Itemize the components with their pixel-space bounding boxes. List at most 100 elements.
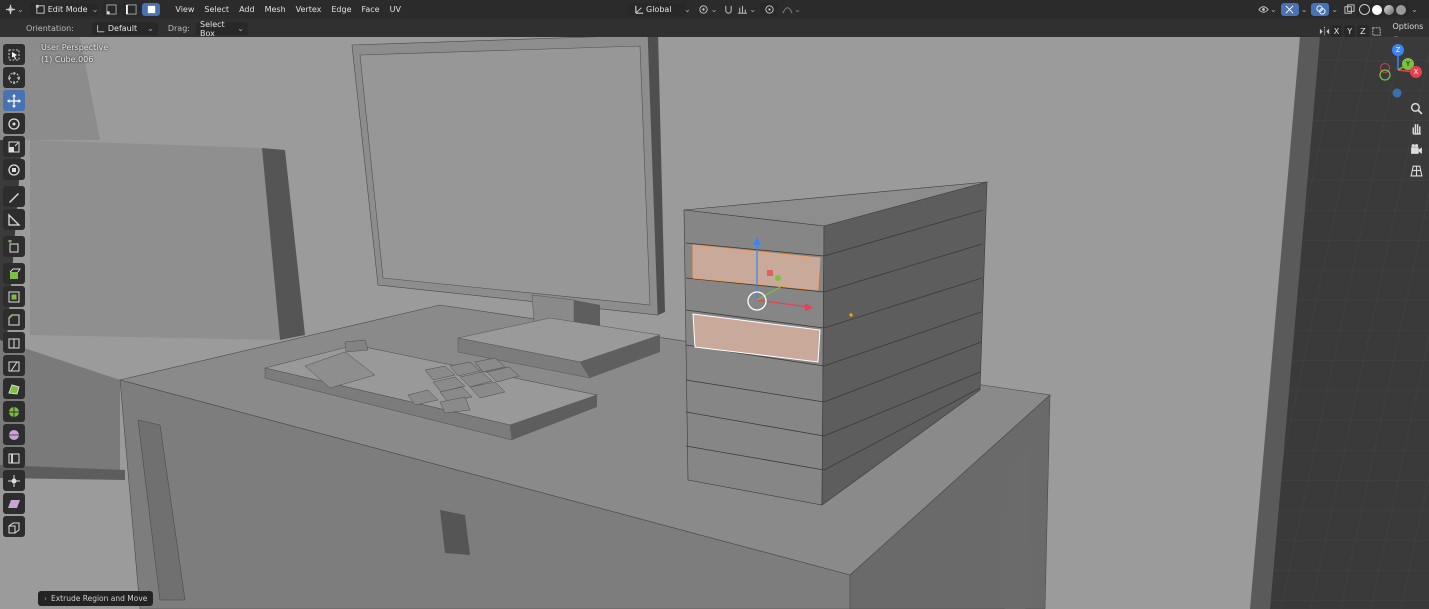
menu-uv[interactable]: UV <box>385 3 406 16</box>
edge-slide-tool[interactable] <box>3 447 25 468</box>
mirror-y-toggle[interactable]: Y <box>1344 24 1356 38</box>
bevel-icon <box>8 313 20 325</box>
hand-icon <box>1412 123 1421 135</box>
spin-icon <box>9 406 19 417</box>
pan-button[interactable] <box>1406 118 1426 138</box>
transform-tool[interactable] <box>3 159 25 180</box>
overlays-chevron-icon[interactable]: ⌄ <box>1331 5 1338 14</box>
mirror-z-toggle[interactable]: Z <box>1357 24 1369 38</box>
measure-tool[interactable] <box>3 209 25 230</box>
mode-chevron-icon[interactable]: ⌄ <box>92 5 99 14</box>
knife-icon <box>8 361 20 371</box>
mirror-icon <box>1318 25 1331 38</box>
overlays-toggle-button[interactable] <box>1311 3 1330 16</box>
face-select-icon <box>144 3 158 16</box>
menu-mesh[interactable]: Mesh <box>260 3 291 16</box>
scale-icon <box>8 141 20 152</box>
cursor-icon <box>8 71 20 84</box>
3d-viewport[interactable]: User Perspective (1) Cube.006 Z Y X <box>0 37 1429 609</box>
move-tool[interactable] <box>3 90 25 111</box>
shrink-fatten-icon <box>8 474 20 487</box>
select-box-tool[interactable] <box>3 44 25 65</box>
shear-tool[interactable] <box>3 493 25 514</box>
snap-chevron-icon[interactable]: ⌄ <box>749 5 756 14</box>
auto-merge-icon[interactable] <box>1371 25 1384 38</box>
gizmo-toggle-button[interactable] <box>1280 3 1299 16</box>
shading-chevron-icon[interactable]: ⌄ <box>1411 5 1418 14</box>
visibility-icon[interactable] <box>1256 3 1270 16</box>
monitor-screen <box>359 45 651 306</box>
mirror-x-toggle[interactable]: X <box>1330 24 1343 38</box>
snap-target-icon[interactable] <box>735 3 749 16</box>
extrude-tool[interactable] <box>3 263 25 284</box>
gizmo-x-axis[interactable]: X <box>1410 66 1422 78</box>
header-bar: ⌄ Edit Mode ⌄ View Select Add Mesh Verte… <box>0 0 1429 19</box>
rotate-tool[interactable] <box>3 113 25 134</box>
orientation-value-chevron-icon: ⌄ <box>147 24 154 33</box>
knife-tool[interactable] <box>3 355 25 376</box>
editor-type-icon[interactable] <box>3 3 17 16</box>
menu-add[interactable]: Add <box>234 3 260 16</box>
cursor-tool[interactable] <box>3 67 25 88</box>
snap-icon[interactable] <box>721 3 735 16</box>
menu-select[interactable]: Select <box>199 3 234 16</box>
proportional-edit-button[interactable] <box>760 3 779 16</box>
gizmo-neg-y[interactable] <box>1379 69 1391 81</box>
loop-cut-tool[interactable] <box>3 332 25 353</box>
edge-slide-icon <box>8 453 20 463</box>
add-cube-tool[interactable] <box>3 236 25 257</box>
rotate-icon <box>8 117 20 130</box>
drag-dropdown[interactable]: Select Box ⌄ <box>195 19 248 38</box>
scale-tool[interactable] <box>3 136 25 157</box>
transform-orientation-dropdown[interactable]: Global <box>628 3 686 16</box>
gizmo-z-axis[interactable]: Z <box>1392 44 1404 56</box>
gizmo-neg-z[interactable] <box>1392 88 1402 98</box>
bevel-tool[interactable] <box>3 309 25 330</box>
spin-tool[interactable] <box>3 401 25 422</box>
orientation-label: Orientation: <box>26 24 74 33</box>
perspective-toggle-button[interactable] <box>1406 160 1426 180</box>
poly-build-tool[interactable] <box>3 378 25 399</box>
falloff-icon[interactable] <box>780 3 794 16</box>
visibility-chevron-icon[interactable]: ⌄ <box>1270 5 1277 14</box>
select-box-icon <box>8 49 20 60</box>
annotate-tool[interactable] <box>3 186 25 207</box>
zoom-button[interactable] <box>1406 98 1426 118</box>
active-object-name: (1) Cube.006 <box>41 55 94 64</box>
menu-vertex[interactable]: Vertex <box>291 3 327 16</box>
drag-value: Select Box <box>199 19 225 38</box>
wireframe-shading-icon[interactable] <box>1359 4 1371 15</box>
menu-face[interactable]: Face <box>357 3 385 16</box>
falloff-chevron-icon[interactable]: ⌄ <box>794 5 801 14</box>
rendered-shading-icon[interactable] <box>1396 4 1407 15</box>
pivot-point-icon[interactable] <box>697 3 711 16</box>
solid-shading-icon[interactable] <box>1372 4 1383 15</box>
poly-build-icon <box>8 383 20 395</box>
orientation-dropdown[interactable]: Default ⌄ <box>91 22 158 35</box>
gizmo-chevron-icon[interactable]: ⌄ <box>1301 5 1308 14</box>
last-operator-panel[interactable]: › Extrude Region and Move <box>38 591 154 606</box>
orientation-value: Default <box>107 24 138 33</box>
face-select-button[interactable] <box>142 3 161 16</box>
orientation-chevron-icon[interactable]: ⌄ <box>684 5 691 14</box>
tool-settings-bar: Orientation: Default ⌄ Drag: Select Box … <box>0 19 1429 40</box>
chevron-down-icon[interactable]: ⌄ <box>17 5 24 14</box>
camera-view-button[interactable] <box>1406 139 1426 159</box>
menu-view[interactable]: View <box>170 3 199 16</box>
inset-tool[interactable] <box>3 286 25 307</box>
move-icon <box>7 93 21 108</box>
xray-icon[interactable] <box>1342 3 1356 16</box>
smooth-tool[interactable] <box>3 424 25 445</box>
options-label: Options <box>1392 22 1424 31</box>
mode-dropdown[interactable]: Edit Mode <box>29 3 98 16</box>
vertex-select-button[interactable] <box>102 3 121 16</box>
smooth-icon <box>9 429 19 440</box>
rip-tool[interactable] <box>3 516 25 537</box>
inset-icon <box>8 291 20 302</box>
edge-select-button[interactable] <box>122 3 141 16</box>
shrink-fatten-tool[interactable] <box>3 470 25 491</box>
menu-edge[interactable]: Edge <box>326 3 356 16</box>
navigation-gizmo[interactable]: Z Y X <box>1370 42 1426 98</box>
pivot-chevron-icon[interactable]: ⌄ <box>711 5 718 14</box>
material-shading-icon[interactable] <box>1384 4 1395 15</box>
